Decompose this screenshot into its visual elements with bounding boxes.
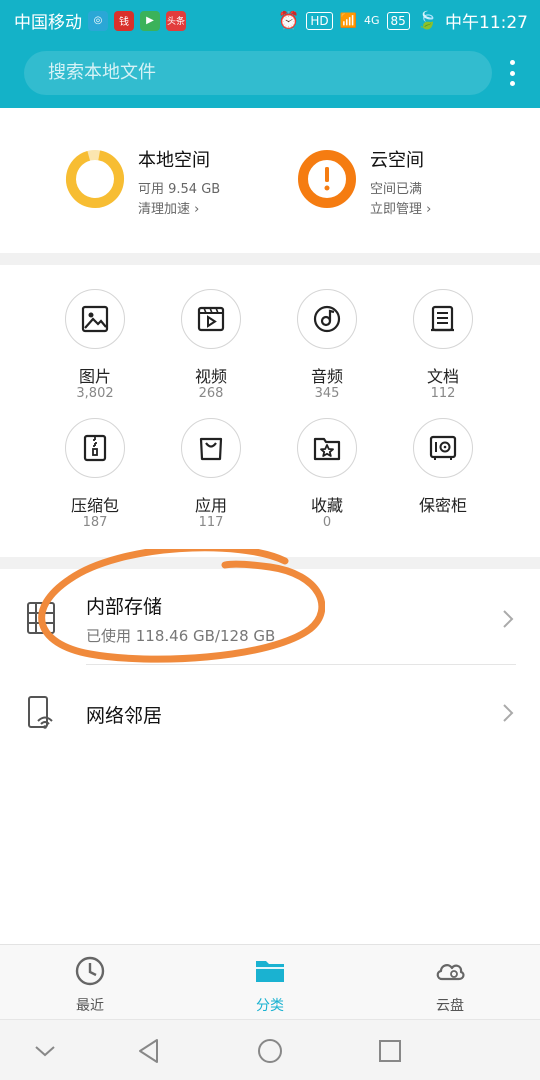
category-videos[interactable]: 视频 268	[156, 265, 266, 401]
network-neighbors-row[interactable]: 网络邻居	[0, 665, 540, 761]
chevron-right-icon	[503, 704, 514, 722]
home-icon[interactable]	[255, 1036, 285, 1066]
manage-now-label: 立即管理	[370, 202, 423, 217]
category-audio[interactable]: 音频 345	[272, 265, 382, 401]
system-navigation-bar	[0, 1019, 540, 1080]
local-storage-card[interactable]: 本地空间 可用 9.54 GB 清理加速 ›	[64, 148, 294, 218]
tab-cloud[interactable]: 云盘	[360, 945, 540, 1020]
tab-label: 云盘	[436, 998, 464, 1014]
app-bag-icon	[181, 418, 241, 478]
safe-icon	[413, 418, 473, 478]
chevron-down-icon[interactable]	[30, 1036, 60, 1066]
storage-location-list: 内部存储 已使用 118.46 GB/128 GB 网络邻居	[0, 549, 540, 944]
category-label: 文档	[426, 367, 459, 386]
category-count: 117	[198, 515, 224, 530]
app-header: 中国移动 ◎ 钱 ▶ 头条 ⏰ HD 📶 4G 85 🍃 中午11:27 搜索本…	[0, 0, 540, 108]
carrier-name: 中国移动	[14, 13, 82, 33]
cloud-storage-title: 云空间	[370, 150, 424, 171]
wifi-icon: 📶	[339, 12, 358, 29]
network-neighbors-title: 网络邻居	[86, 705, 163, 727]
manage-now-link[interactable]: 立即管理 ›	[370, 198, 431, 217]
local-storage-ring-icon	[66, 150, 124, 209]
star-folder-icon	[297, 418, 357, 478]
chevron-right-icon: ›	[426, 202, 432, 217]
chevron-right-icon	[503, 610, 514, 628]
leaf-icon: 🍃	[416, 10, 438, 31]
tab-label: 最近	[76, 998, 104, 1014]
category-archives[interactable]: 压缩包 187	[40, 394, 150, 530]
image-icon	[65, 289, 125, 349]
internal-storage-row[interactable]: 内部存储 已使用 118.46 GB/128 GB	[0, 549, 540, 665]
notification-app-icon: 钱	[114, 10, 134, 31]
tab-categories[interactable]: 分类	[180, 945, 360, 1020]
tab-recent[interactable]: 最近	[0, 945, 180, 1020]
hd-badge: HD	[306, 11, 333, 30]
category-favorites[interactable]: 收藏 0	[272, 394, 382, 530]
notification-app-icon: ◎	[88, 10, 108, 31]
document-icon	[413, 289, 473, 349]
more-options-button[interactable]	[502, 57, 522, 89]
network-device-icon	[28, 696, 53, 729]
category-safe[interactable]: 保密柜	[388, 394, 498, 515]
alarm-icon: ⏰	[278, 10, 300, 31]
video-icon	[181, 289, 241, 349]
clock-time: 中午11:27	[445, 13, 528, 33]
category-label: 收藏	[310, 496, 343, 515]
category-count: 0	[322, 515, 332, 530]
status-bar: 中国移动 ◎ 钱 ▶ 头条 ⏰ HD 📶 4G 85 🍃 中午11:27	[0, 0, 540, 38]
category-apps[interactable]: 应用 117	[156, 394, 266, 530]
local-storage-title: 本地空间	[138, 150, 210, 171]
category-documents[interactable]: 文档 112	[388, 265, 498, 401]
cloud-full-warning-icon	[298, 150, 356, 208]
chevron-right-icon: ›	[194, 202, 200, 217]
cloud-storage-card[interactable]: 云空间 空间已满 立即管理 ›	[296, 148, 526, 218]
category-label: 图片	[78, 367, 111, 386]
back-icon[interactable]	[134, 1036, 164, 1066]
category-grid: 图片 3,802 视频 268 音频 345 文档 112 压缩包 187 应用	[0, 265, 540, 557]
folder-icon	[256, 961, 284, 982]
search-input[interactable]: 搜索本地文件	[24, 51, 492, 95]
category-label: 音频	[310, 367, 343, 386]
bottom-tab-bar: 最近 分类 云盘	[0, 944, 540, 1019]
category-label: 保密柜	[418, 496, 467, 515]
category-label: 应用	[194, 496, 227, 515]
cloud-icon	[436, 964, 465, 981]
storage-summary: 本地空间 可用 9.54 GB 清理加速 › 云空间 空间已满 立即管理 ›	[0, 108, 540, 253]
section-divider	[0, 253, 540, 265]
category-label: 压缩包	[70, 496, 119, 515]
local-storage-available: 可用 9.54 GB	[138, 182, 221, 197]
clean-accelerate-label: 清理加速	[138, 202, 191, 217]
category-label: 视频	[194, 367, 227, 386]
battery-level: 85	[386, 11, 410, 30]
category-images[interactable]: 图片 3,802	[40, 265, 150, 401]
notification-app-icon: 头条	[166, 10, 186, 31]
hand-drawn-circle-annotation	[38, 549, 325, 663]
tab-label: 分类	[256, 998, 284, 1014]
clock-icon	[75, 956, 105, 986]
notification-app-icon: ▶	[140, 10, 160, 31]
audio-icon	[297, 289, 357, 349]
archive-icon	[65, 418, 125, 478]
cloud-storage-status: 空间已满	[370, 182, 423, 197]
clean-accelerate-link[interactable]: 清理加速 ›	[138, 198, 199, 217]
category-count: 187	[82, 515, 108, 530]
network-type: 4G	[364, 14, 380, 27]
recent-apps-icon[interactable]	[375, 1036, 405, 1066]
